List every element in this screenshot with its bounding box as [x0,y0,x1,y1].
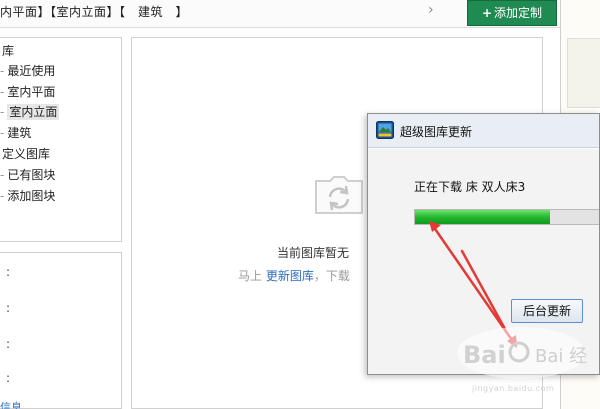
breadcrumb: 内平面】【室内立面】【 建筑 】 [0,5,189,19]
tree-item-add-block[interactable]: - 添加图块 [0,187,55,204]
chevron-right-icon[interactable]: › [428,2,434,18]
baidu-watermark-logo: Bai Bai 经验 [457,327,587,379]
tree-item-label: 室内立面 [7,104,60,120]
download-progress-bar [414,209,599,225]
tree-item-label: 建筑 [7,126,32,140]
download-progress-fill [415,210,551,224]
tree-item-interior-elevation[interactable]: - 室内立面 [0,103,60,120]
tree-root-label: 库 [2,44,15,58]
add-custom-button[interactable]: + 添加定制 [467,0,557,26]
info-link[interactable]: 信息 [0,399,22,409]
tree-item-label: 已有图块 [7,168,56,182]
download-status: 正在下载 床 双人床3 [414,180,526,194]
tree-item-building[interactable]: - 建筑 [0,124,31,141]
property-label: : [6,265,11,279]
property-label: : [6,301,11,315]
property-label: : [6,337,11,351]
tree-item-label: 最近使用 [7,64,56,78]
plus-icon: + [481,6,493,20]
tree-connector: - [0,85,5,99]
tree-root-custom-label: 定义图库 [2,147,51,161]
svg-text:Bai: Bai [463,341,506,369]
tree-item-recent[interactable]: - 最近使用 [0,62,55,79]
empty-library-title: 当前图库暂无 [277,246,350,260]
add-custom-label: 添加定制 [494,6,543,20]
dialog-title: 超级图库更新 [400,125,473,139]
properties-panel: : : : : 信息 [0,252,122,409]
tree-connector: - [0,168,5,182]
background-update-button[interactable]: 后台更新 [511,299,583,323]
breadcrumb-bar: 内平面】【室内立面】【 建筑 】 › + 添加定制 [0,0,560,28]
hint-suffix: ，下载 [313,269,350,283]
app-logo-icon [376,121,394,139]
empty-library-icon [315,176,363,214]
tree-connector: - [0,126,5,140]
right-side-box [567,38,600,108]
tree-connector: - [0,105,5,119]
tree-root-custom[interactable]: 定义图库 [2,145,50,162]
library-tree: 库 - 最近使用 - 室内平面 - 室内立面 - 建筑 定义图库 - 已有图块 - 添加图块 [0,37,122,242]
svg-text:Bai 经验: Bai 经验 [535,346,587,367]
hint-prefix: 马上 [238,269,263,283]
empty-library-hint: 马上 更新图库，下载 [238,267,350,284]
dialog-titlebar[interactable]: 超级图库更新 [368,114,599,148]
tree-root[interactable]: 库 [2,42,14,59]
property-label: : [6,371,11,385]
tree-item-interior-plan[interactable]: - 室内平面 [0,83,55,100]
update-library-link[interactable]: 更新图库 [266,269,314,283]
tree-item-existing-blocks[interactable]: - 已有图块 [0,166,55,183]
tree-item-label: 添加图块 [7,189,56,203]
tree-item-label: 室内平面 [7,85,56,99]
tree-connector: - [0,189,5,203]
watermark-url: jingyan.baidu.com [472,384,555,393]
tree-connector: - [0,64,5,78]
